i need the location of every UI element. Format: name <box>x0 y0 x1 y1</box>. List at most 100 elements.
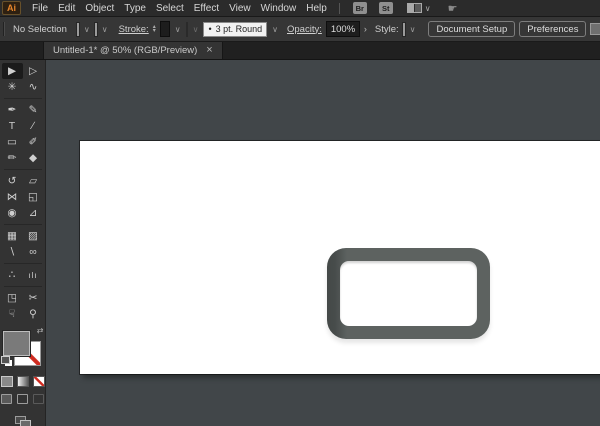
rotate-tool[interactable]: ↺ <box>2 173 23 189</box>
align-icon[interactable] <box>590 23 600 35</box>
magic-wand-tool[interactable]: ✳ <box>2 79 23 95</box>
menubar-separator <box>338 2 340 14</box>
control-bar: No Selection ∨ ∨ Stroke: ▴ ▾ ∨ ∨ • 3 pt.… <box>0 17 600 42</box>
document-tab-bar: Untitled-1* @ 50% (RGB/Preview) × <box>0 42 600 60</box>
pen-tool[interactable]: ✒ <box>2 102 23 118</box>
brush-name-label: 3 pt. Round <box>215 24 263 34</box>
share-icon[interactable]: ☛ <box>448 2 458 15</box>
style-label: Style: <box>374 23 399 35</box>
lasso-tool[interactable]: ∿ <box>23 79 44 95</box>
column-graph-tool[interactable]: ılı <box>23 267 44 283</box>
fill-proxy-swatch[interactable] <box>1 330 31 357</box>
tool-separator <box>3 166 42 170</box>
style-swatch[interactable] <box>401 21 406 37</box>
opacity-panel-link[interactable]: Opacity: <box>287 24 322 35</box>
width-profile-chevron-icon: ∨ <box>192 24 199 34</box>
menu-type[interactable]: Type <box>119 0 151 17</box>
shape-builder-tool[interactable]: ◉ <box>2 205 23 221</box>
stepper-down-icon[interactable]: ▾ <box>153 28 156 34</box>
eraser-tool[interactable]: ◆ <box>23 150 44 166</box>
illustrator-logo-icon: Ai <box>2 1 21 15</box>
type-tool[interactable]: T <box>2 118 23 134</box>
document-tab[interactable]: Untitled-1* @ 50% (RGB/Preview) × <box>43 42 223 59</box>
screen-mode-front-rect <box>19 420 31 426</box>
rectangle-tool[interactable]: ▭ <box>2 134 23 150</box>
rounded-rectangle-shape[interactable] <box>327 248 490 339</box>
slice-tool[interactable]: ✂ <box>23 290 44 306</box>
canvas-area[interactable] <box>46 60 600 426</box>
curvature-tool[interactable]: ✎ <box>23 102 44 118</box>
drawing-mode-row <box>1 394 44 405</box>
eyedropper-tool[interactable]: ∖ <box>2 244 23 260</box>
artboard[interactable] <box>80 141 600 374</box>
free-transform-tool[interactable]: ◱ <box>23 189 44 205</box>
workspace-chevron-icon[interactable]: ∨ <box>425 4 431 13</box>
scale-tool[interactable]: ▱ <box>23 173 44 189</box>
hand-tool[interactable]: ☟ <box>2 306 23 322</box>
menu-help[interactable]: Help <box>301 0 332 17</box>
tool-separator <box>3 221 42 225</box>
draw-normal-button[interactable] <box>1 394 12 405</box>
stock-button[interactable]: St <box>378 2 393 14</box>
default-fill-stroke-icon[interactable] <box>0 356 10 365</box>
screen-mode-icon[interactable] <box>14 416 31 426</box>
perspective-grid-tool[interactable]: ⊿ <box>23 205 44 221</box>
menu-view[interactable]: View <box>224 0 256 17</box>
opacity-input[interactable]: 100% <box>325 21 360 37</box>
tool-separator <box>3 260 42 264</box>
direct-selection-tool[interactable]: ▷ <box>23 63 44 79</box>
fill-chevron-icon[interactable]: ∨ <box>83 25 91 34</box>
none-button[interactable] <box>32 376 45 388</box>
menu-effect[interactable]: Effect <box>189 0 224 17</box>
tab-close-icon[interactable]: × <box>206 45 212 56</box>
rounded-rectangle-inner <box>340 261 477 326</box>
document-tab-title: Untitled-1* @ 50% (RGB/Preview) <box>53 45 198 56</box>
line-segment-tool[interactable]: ∕ <box>23 118 44 134</box>
symbol-sprayer-tool[interactable]: ∴ <box>2 267 23 283</box>
workspace-pane-right <box>413 4 421 12</box>
opacity-expand-icon[interactable]: › <box>364 24 367 34</box>
fill-color-swatch[interactable] <box>75 21 80 37</box>
gradient-button[interactable] <box>16 376 29 388</box>
bridge-button[interactable]: Br <box>352 2 367 14</box>
tool-separator <box>3 95 42 99</box>
swap-fill-stroke-icon[interactable]: ⇄ <box>37 326 44 335</box>
mesh-tool[interactable]: ▦ <box>2 228 23 244</box>
brush-chevron-icon[interactable]: ∨ <box>271 25 279 34</box>
workspace-switcher-icon[interactable] <box>406 3 422 13</box>
pencil-tool[interactable]: ✏ <box>2 150 23 166</box>
menu-object[interactable]: Object <box>80 0 119 17</box>
color-button[interactable] <box>0 376 13 388</box>
tools-panel: ▶ ▷ ✳ ∿ ✒ ✎ T ∕ ▭ ✐ ✏ ◆ ↺ ▱ ⋈ ◱ ◉ ⊿ ▦ ▨ … <box>0 60 46 426</box>
gradient-tool[interactable]: ▨ <box>23 228 44 244</box>
fill-stroke-widget: ⇄ <box>0 326 45 366</box>
style-chevron-icon[interactable]: ∨ <box>409 25 417 34</box>
menu-file[interactable]: File <box>27 0 53 17</box>
stroke-panel-link[interactable]: Stroke: <box>119 24 149 35</box>
preferences-button[interactable]: Preferences <box>519 21 587 37</box>
width-profile-dropdown[interactable] <box>185 21 188 37</box>
draw-behind-button[interactable] <box>17 394 28 405</box>
stroke-weight-chevron-icon[interactable]: ∨ <box>174 25 182 34</box>
paintbrush-tool[interactable]: ✐ <box>23 134 44 150</box>
zoom-tool[interactable]: ⚲ <box>23 306 44 322</box>
tool-separator <box>3 283 42 287</box>
menu-window[interactable]: Window <box>256 0 302 17</box>
menu-edit[interactable]: Edit <box>53 0 80 17</box>
width-tool[interactable]: ⋈ <box>2 189 23 205</box>
artboard-tool[interactable]: ◳ <box>2 290 23 306</box>
menu-select[interactable]: Select <box>151 0 189 17</box>
controlbar-grip[interactable] <box>3 22 5 36</box>
stroke-weight-input[interactable] <box>159 21 170 37</box>
no-selection-label: No Selection <box>13 23 67 35</box>
stroke-color-swatch[interactable] <box>93 21 98 37</box>
blend-tool[interactable]: ∞ <box>23 244 44 260</box>
draw-inside-button[interactable] <box>33 394 44 405</box>
paint-mode-row <box>0 376 45 388</box>
selection-tool[interactable]: ▶ <box>1 63 23 79</box>
stroke-chevron-icon[interactable]: ∨ <box>101 25 109 34</box>
brush-definition-dropdown[interactable]: • 3 pt. Round <box>203 21 268 37</box>
stroke-weight-stepper[interactable]: ▴ ▾ <box>153 24 156 34</box>
document-setup-button[interactable]: Document Setup <box>428 21 516 37</box>
brush-preview-dot: • <box>208 24 212 34</box>
